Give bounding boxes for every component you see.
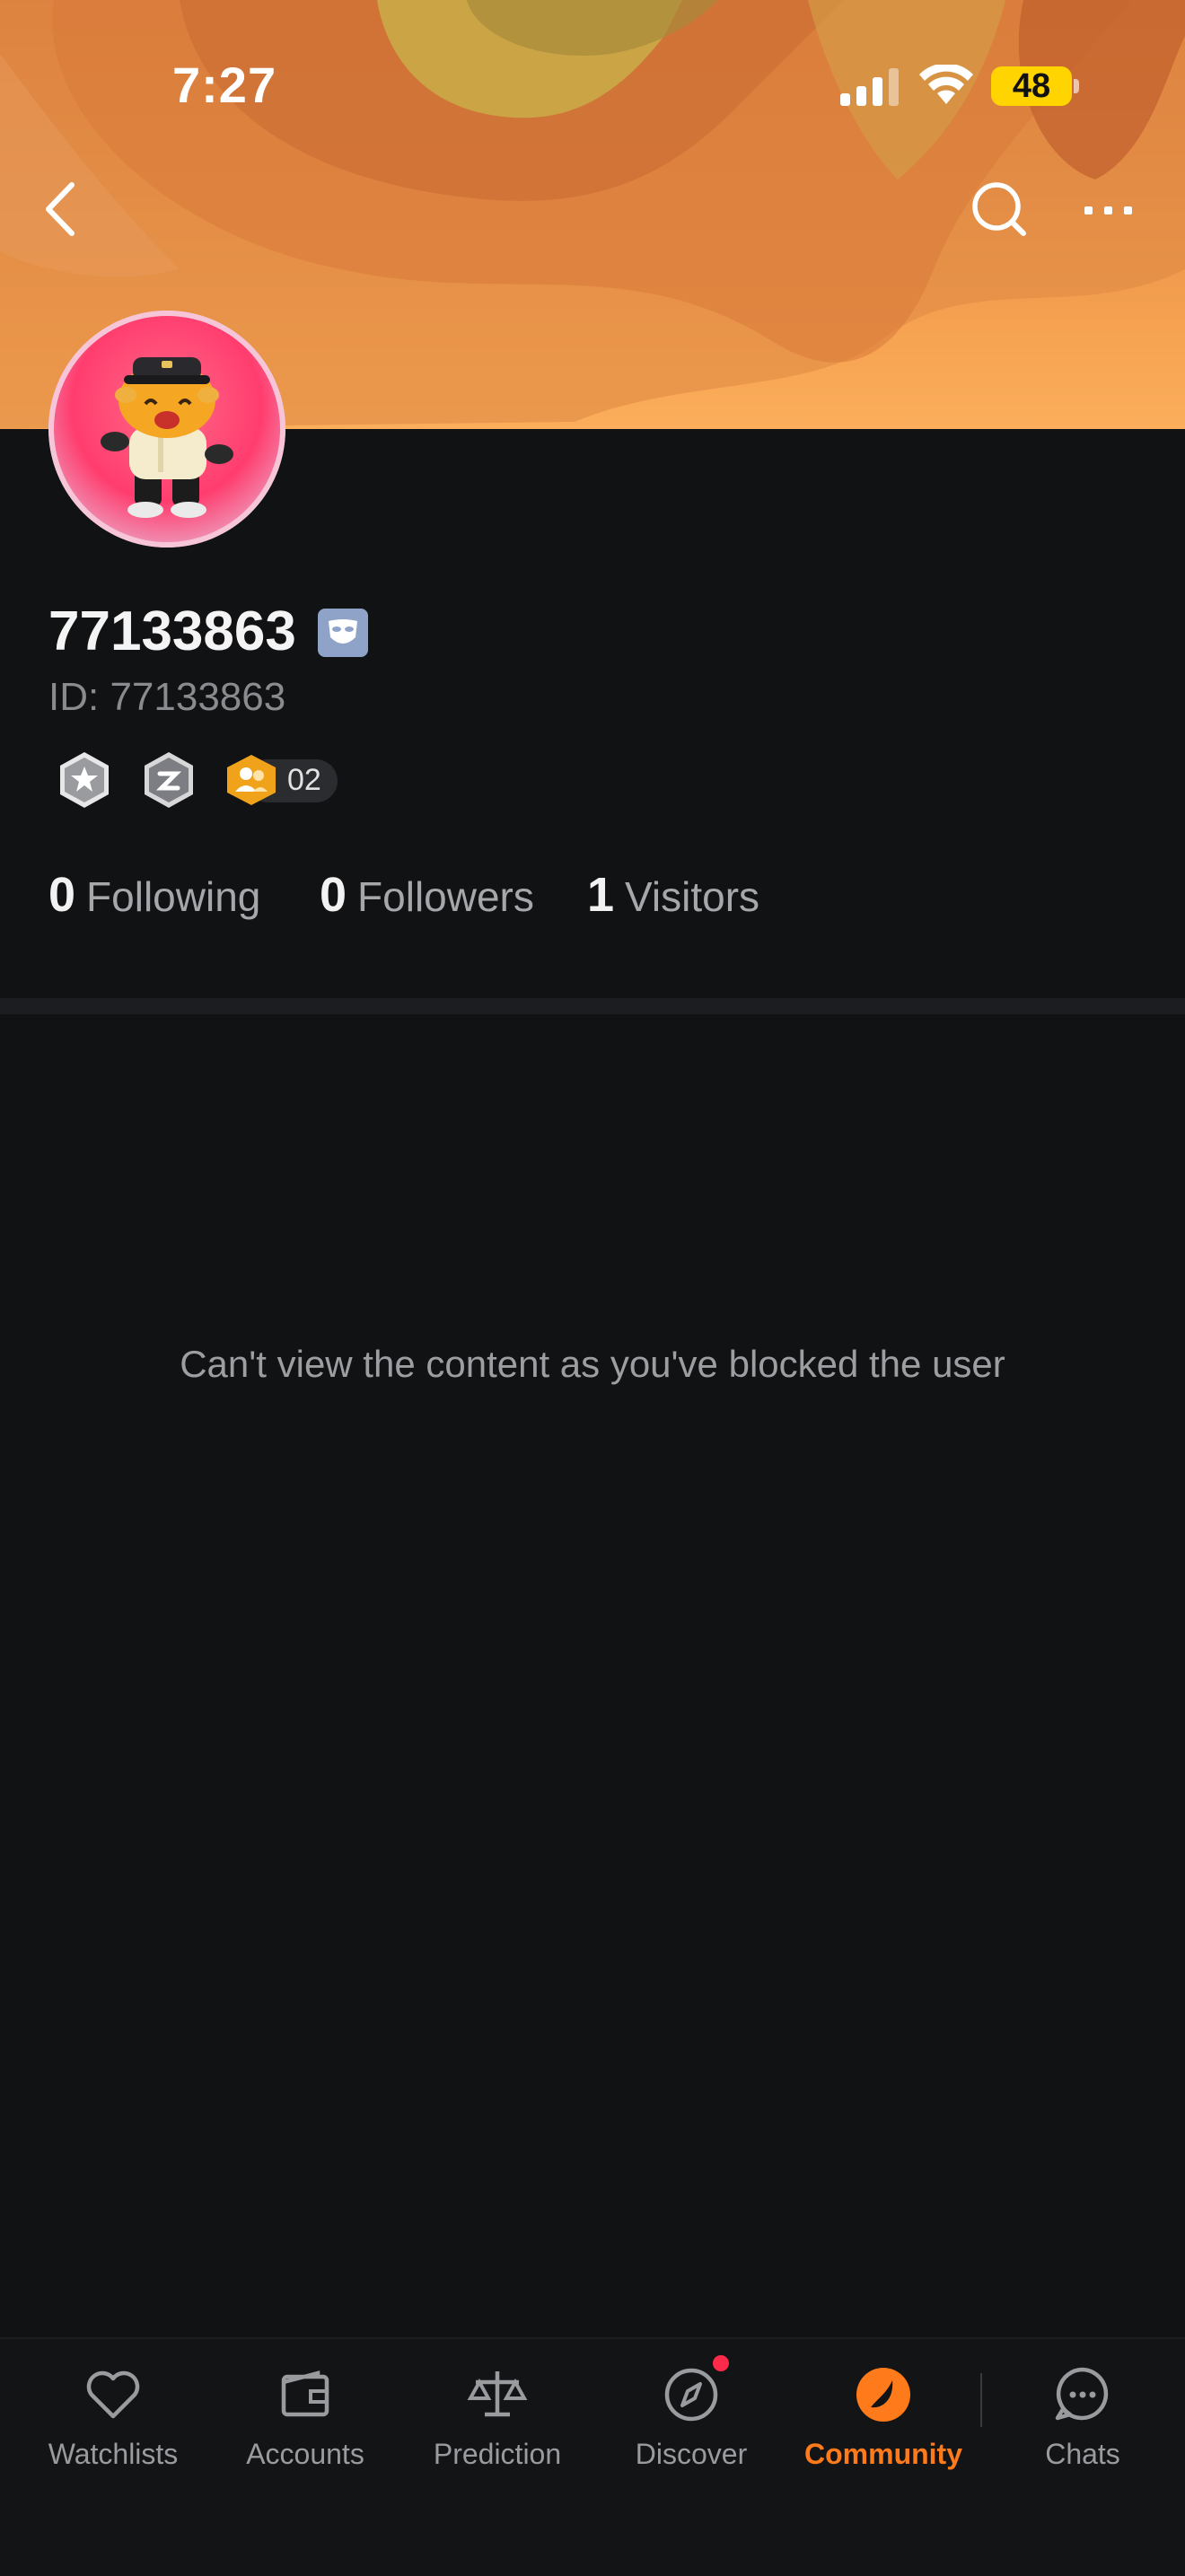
tab-discover-label: Discover xyxy=(635,2438,748,2470)
group-badge-icon xyxy=(227,755,276,805)
stat-visitors-label: Visitors xyxy=(625,873,760,920)
tab-discover[interactable]: Discover xyxy=(601,2362,781,2488)
section-divider xyxy=(0,998,1185,1014)
chat-bubble-icon xyxy=(1055,2367,1109,2421)
tab-accounts-label: Accounts xyxy=(246,2438,364,2470)
tab-community[interactable]: Community xyxy=(794,2362,973,2488)
status-time: 7:27 xyxy=(172,57,277,113)
heart-icon xyxy=(86,2370,140,2419)
back-button[interactable] xyxy=(32,178,86,241)
more-horizontal-icon xyxy=(1084,206,1132,215)
username: 77133863 xyxy=(48,600,296,662)
tab-prediction[interactable]: Prediction xyxy=(408,2362,587,2488)
community-icon xyxy=(856,2368,910,2422)
stat-visitors[interactable]: 1 Visitors xyxy=(587,867,759,923)
avatar[interactable] xyxy=(48,311,285,548)
status-bar: 7:27 48 xyxy=(0,0,1185,171)
tab-accounts[interactable]: Accounts xyxy=(215,2362,395,2488)
scale-icon xyxy=(467,2371,528,2417)
user-id: ID: 77133863 xyxy=(48,675,286,719)
search-icon xyxy=(972,182,1026,236)
compass-icon xyxy=(664,2368,718,2422)
stat-following[interactable]: 0 Following xyxy=(48,867,260,923)
tab-watchlists[interactable]: Watchlists xyxy=(23,2362,203,2488)
stat-followers-value: 0 xyxy=(320,868,347,922)
wifi-icon xyxy=(919,65,973,104)
star-badge-icon[interactable] xyxy=(57,750,111,810)
battery-cap xyxy=(1074,79,1079,93)
tab-watchlists-label: Watchlists xyxy=(48,2438,179,2470)
bottom-tab-bar: Watchlists Accounts Prediction Discover xyxy=(0,2337,1185,2576)
avatar-bull-character-image xyxy=(48,311,285,548)
more-options-button[interactable] xyxy=(1077,188,1140,233)
search-button[interactable] xyxy=(968,178,1031,241)
group-badge-count: 02 xyxy=(287,763,321,797)
stat-visitors-value: 1 xyxy=(587,868,615,922)
tab-chats[interactable]: Chats xyxy=(993,2362,1172,2488)
blocked-content-message: Can't view the content as you've blocked… xyxy=(180,1343,1005,1385)
stat-followers-label: Followers xyxy=(357,873,534,920)
tab-separator xyxy=(980,2373,982,2427)
tab-prediction-label: Prediction xyxy=(433,2438,562,2470)
stat-following-value: 0 xyxy=(48,868,76,922)
cellular-signal-icon xyxy=(840,68,899,106)
tab-community-label: Community xyxy=(804,2438,962,2470)
shield-badge-icon[interactable] xyxy=(142,750,196,810)
battery-indicator: 48 xyxy=(991,66,1072,106)
anonymous-mask-icon[interactable] xyxy=(318,609,368,657)
tab-chats-label: Chats xyxy=(1045,2438,1120,2470)
stat-following-label: Following xyxy=(86,873,261,920)
stat-followers[interactable]: 0 Followers xyxy=(320,867,534,923)
chevron-left-icon xyxy=(46,182,75,236)
wallet-icon xyxy=(281,2370,329,2417)
group-badge[interactable]: 02 xyxy=(224,754,338,806)
discover-notification-dot xyxy=(713,2355,729,2371)
